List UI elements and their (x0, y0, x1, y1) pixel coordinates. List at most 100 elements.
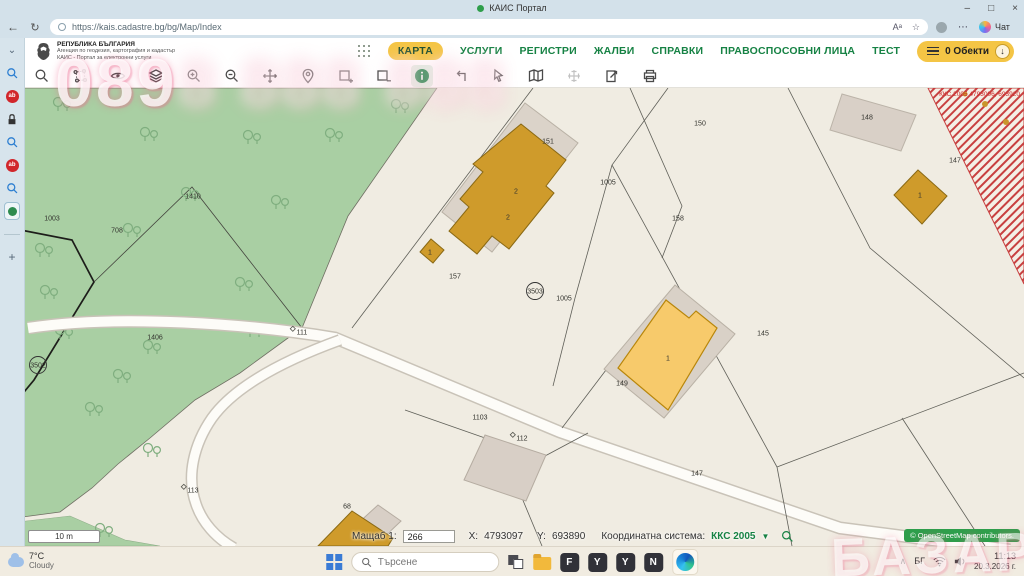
snap-tool-icon[interactable] (449, 65, 471, 87)
abv-mail-icon[interactable]: ab (4, 157, 20, 173)
edge-browser-button[interactable] (672, 549, 698, 575)
app-tile-n[interactable]: N (644, 553, 663, 572)
close-button[interactable]: × (1012, 3, 1018, 14)
pan-tool-icon[interactable] (259, 65, 281, 87)
language-indicator[interactable]: БГ (914, 556, 925, 566)
move-tool-icon[interactable] (563, 65, 585, 87)
url-text[interactable]: https://kais.cadastre.bg/bg/Map/Index (72, 22, 893, 32)
parcel-label: 148 (861, 114, 873, 121)
parcel-label: 151 (542, 138, 554, 145)
parcel-label: 150 (694, 120, 706, 127)
task-view-button[interactable] (508, 555, 524, 569)
cloud-icon (8, 557, 24, 567)
abv-mail-icon[interactable]: ab (4, 88, 20, 104)
export-tool-icon[interactable] (601, 65, 623, 87)
browser-menu-button[interactable]: ⋯ (958, 22, 968, 33)
app-tile-f[interactable]: F (560, 553, 579, 572)
track-tool-icon[interactable] (69, 65, 91, 87)
volume-icon[interactable] (954, 556, 966, 567)
copilot-button[interactable]: Чат (979, 21, 1010, 33)
parcel-label: 3502 (30, 362, 46, 369)
parcel-label: 147 (691, 470, 703, 477)
menu-icon (927, 47, 939, 56)
print-tool-icon[interactable] (639, 65, 661, 87)
file-explorer-button[interactable] (533, 557, 551, 570)
select-plus-tool-icon[interactable] (335, 65, 357, 87)
pointer-tool-icon[interactable] (487, 65, 509, 87)
nav-item-тест[interactable]: ТЕСТ (872, 45, 900, 57)
taskbar-search-placeholder: Търсене (378, 557, 418, 568)
objects-button[interactable]: 0 Обекти↓ (917, 41, 1014, 62)
search-icon (361, 557, 372, 568)
x-value: 4793097 (484, 531, 523, 542)
nav-item-карта[interactable]: КАРТА (388, 42, 443, 60)
app-tile-y[interactable]: Y (588, 553, 607, 572)
parcel-label: 1 (428, 249, 432, 256)
lock-icon[interactable] (4, 111, 20, 127)
parcel-label: 147 (949, 157, 961, 164)
location-tool-icon[interactable] (297, 65, 319, 87)
weather-desc: Cloudy (29, 562, 54, 571)
copilot-icon (979, 21, 991, 33)
search-icon[interactable] (4, 180, 20, 196)
reload-button[interactable]: ↻ (26, 21, 44, 34)
nav-item-регистри[interactable]: РЕГИСТРИ (519, 45, 576, 57)
favorite-star-icon[interactable]: ☆ (912, 22, 920, 33)
parcel-label: 112 (516, 435, 527, 442)
active-site-icon[interactable] (4, 203, 20, 219)
tab-title[interactable]: КАИС Портал (489, 3, 546, 13)
osm-attribution[interactable]: © OpenStreetMap contributors. (904, 529, 1020, 542)
browser-addressbar: ← ↻ https://kais.cadastre.bg/bg/Map/Inde… (0, 16, 1024, 38)
apps-grid-icon[interactable] (358, 45, 371, 58)
layers-tool-icon[interactable] (145, 65, 167, 87)
parcel-label: 113 (187, 487, 198, 494)
plus-icon[interactable]: + (4, 249, 20, 265)
search-tool-icon[interactable] (31, 65, 53, 87)
scale-input[interactable]: 266 (403, 530, 455, 543)
weather-widget[interactable]: 7°C Cloudy (8, 552, 54, 571)
coordinate-search-icon[interactable] (781, 530, 794, 543)
parcel-label: 1410 (185, 193, 201, 200)
scale-label: Мащаб 1: (352, 531, 397, 542)
screen: КАИС Портал – □ × ← ↻ https://kais.cadas… (0, 0, 1024, 576)
search-icon[interactable] (4, 134, 20, 150)
clock[interactable]: 11:13 20.3.2026 г. (974, 551, 1016, 571)
start-button[interactable] (326, 554, 342, 570)
nav-item-справки[interactable]: СПРАВКИ (652, 45, 704, 57)
back-button[interactable]: ← (0, 20, 26, 34)
crs-dropdown-caret-icon[interactable]: ▼ (761, 532, 769, 541)
wifi-icon[interactable] (933, 556, 946, 567)
chevron-down-icon[interactable]: ⌄ (4, 42, 20, 58)
minimize-button[interactable]: – (965, 3, 971, 14)
nav-item-правоспособни лица[interactable]: ПРАВОСПОСОБНИ ЛИЦА (720, 45, 855, 57)
edge-icon (676, 553, 694, 571)
crs-value[interactable]: ККС 2005 (711, 531, 755, 542)
map-canvas[interactable]: 1003141070814063502350315122115710051005… (0, 88, 1024, 546)
parcel-label: 2 (506, 214, 510, 221)
parcel-label: 2 (514, 188, 518, 195)
maximize-button[interactable]: □ (988, 3, 994, 14)
select-minus-tool-icon[interactable] (373, 65, 395, 87)
active-site-icon[interactable] (4, 202, 20, 220)
read-aloud-icon[interactable]: Aᵃ (893, 22, 902, 33)
parcel-label: 68 (343, 503, 351, 510)
download-arrow-icon[interactable]: ↓ (995, 44, 1010, 59)
main-nav: КАРТА УСЛУГИ РЕГИСТРИ ЖАЛБИ СПРАВКИ ПРАВОСПОС… (358, 41, 1024, 62)
nav-item-жалби[interactable]: ЖАЛБИ (594, 45, 635, 57)
parcel-label: 1003 (44, 215, 60, 222)
search-icon[interactable] (4, 65, 20, 81)
nav-item-услуги[interactable]: УСЛУГИ (460, 45, 502, 57)
map-sheets-tool-icon[interactable] (525, 65, 547, 87)
zoom-out-tool-icon[interactable] (221, 65, 243, 87)
app-tile-y[interactable]: Y (616, 553, 635, 572)
visibility-tool-icon[interactable] (107, 65, 129, 87)
site-info-icon[interactable] (58, 23, 66, 31)
profile-avatar[interactable] (936, 22, 947, 33)
url-bar[interactable]: https://kais.cadastre.bg/bg/Map/Index Aᵃ… (50, 19, 928, 35)
parcel-label: 145 (757, 330, 769, 337)
taskbar-search[interactable]: Търсене (351, 552, 499, 572)
copilot-label: Чат (995, 22, 1010, 32)
zoom-in-tool-icon[interactable] (183, 65, 205, 87)
info-tool-icon[interactable] (411, 65, 433, 87)
tray-overflow-chevron[interactable]: ∧ (900, 556, 907, 567)
